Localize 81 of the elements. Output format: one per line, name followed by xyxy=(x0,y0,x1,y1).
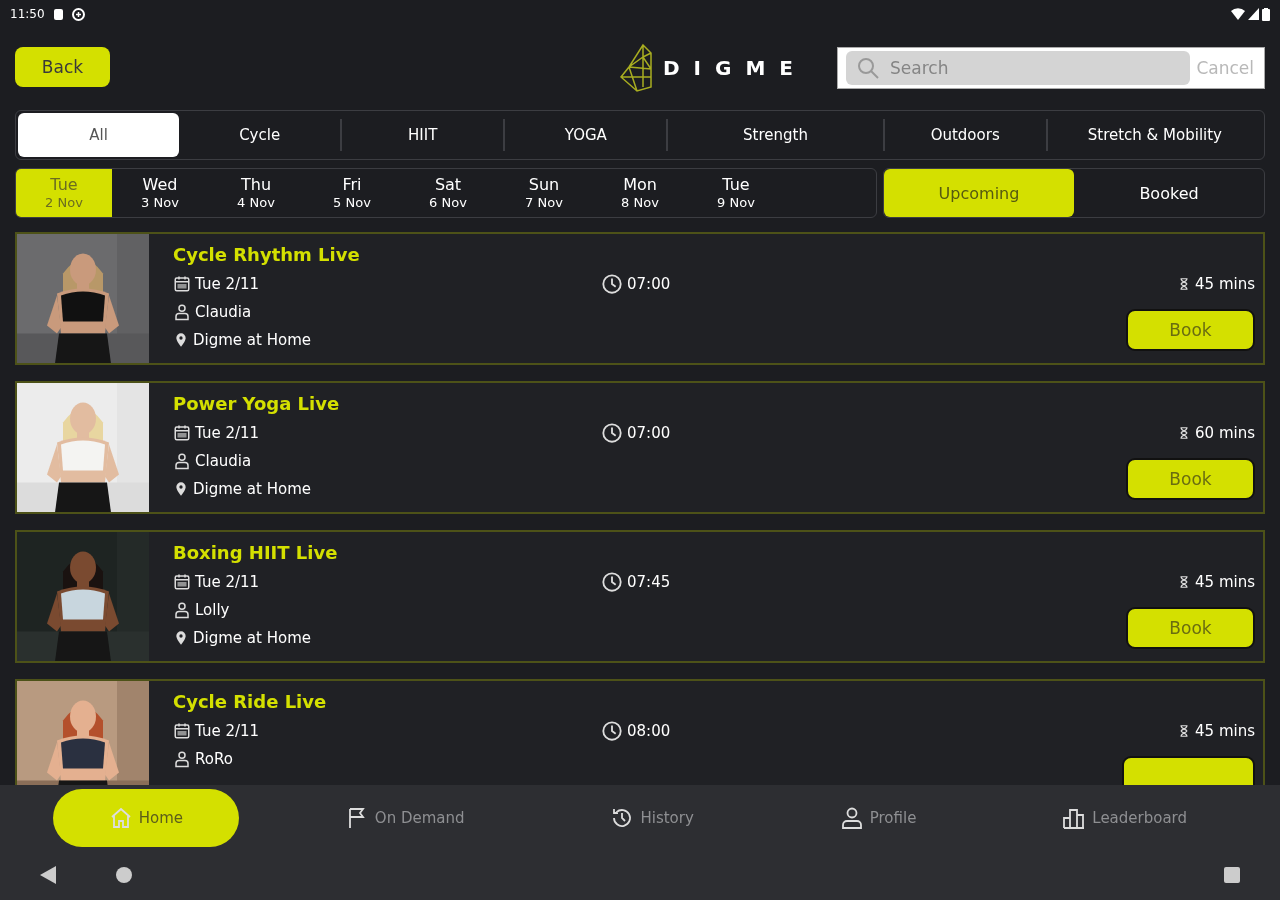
location-pin-icon xyxy=(173,481,189,497)
instructor-name: Lolly xyxy=(195,601,230,619)
class-title: Cycle Ride Live xyxy=(173,691,328,712)
class-card[interactable]: Cycle Ride Live Tue 2/11 RoRo 08:00 45 mins xyxy=(15,679,1265,785)
filter-tab[interactable]: Booked xyxy=(1074,169,1264,217)
class-date: Tue 2/11 xyxy=(195,573,260,591)
status-time: 11:50 xyxy=(10,7,45,21)
wifi-icon xyxy=(1231,8,1245,20)
class-location: Digme at Home xyxy=(193,629,311,647)
class-date: Tue 2/11 xyxy=(195,424,260,442)
nav-tab[interactable]: Leaderboard xyxy=(1022,788,1228,847)
class-duration: 45 mins xyxy=(1195,573,1255,591)
filter-tab[interactable]: Upcoming xyxy=(884,169,1074,217)
category-tab[interactable]: All xyxy=(18,113,180,157)
nav-tab[interactable]: On Demand xyxy=(304,788,505,847)
calendar-icon xyxy=(173,424,191,442)
calendar-icon xyxy=(173,275,191,293)
category-tab[interactable]: Stretch & Mobility xyxy=(1045,119,1262,151)
date-tab[interactable]: Thu 4 Nov xyxy=(208,169,304,217)
class-duration: 45 mins xyxy=(1195,275,1255,293)
category-tab[interactable]: Strength xyxy=(666,119,883,151)
class-card[interactable]: Power Yoga Live Tue 2/11 Claudia Digme at Home 07:00 60 mins Book xyxy=(15,381,1265,514)
nav-tab[interactable]: Profile xyxy=(799,788,957,847)
category-tab[interactable]: Outdoors xyxy=(882,119,1046,151)
date-tab[interactable]: Mon 8 Nov xyxy=(592,169,688,217)
class-card[interactable]: Cycle Rhythm Live Tue 2/11 Claudia Digme at Home 07:00 45 mins Book xyxy=(15,232,1265,365)
class-duration: 45 mins xyxy=(1195,722,1255,740)
class-card[interactable]: Boxing HIIT Live Tue 2/11 Lolly Digme at Home 07:45 45 mins Book xyxy=(15,530,1265,663)
date-tab[interactable]: Sat 6 Nov xyxy=(400,169,496,217)
class-time: 07:45 xyxy=(627,573,671,591)
location-pin-icon xyxy=(173,332,189,348)
back-button[interactable]: Back xyxy=(15,47,110,87)
class-title: Cycle Rhythm Live xyxy=(173,244,361,265)
book-button[interactable]: Book xyxy=(1126,607,1255,649)
class-location: Digme at Home xyxy=(193,480,311,498)
person-icon xyxy=(173,303,191,321)
clock-icon xyxy=(601,422,623,444)
date-tab[interactable]: Tue 9 Nov xyxy=(688,169,784,217)
location-pin-icon xyxy=(173,630,189,646)
instructor-name: Claudia xyxy=(195,303,252,321)
class-title: Power Yoga Live xyxy=(173,393,341,414)
battery-icon xyxy=(1262,7,1270,21)
date-tab[interactable]: Wed 3 Nov xyxy=(112,169,208,217)
logo-icon xyxy=(618,43,653,93)
person-icon xyxy=(173,601,191,619)
class-time: 07:00 xyxy=(627,424,671,442)
notification-icon xyxy=(71,7,85,21)
home-circle-icon[interactable] xyxy=(116,867,132,883)
nav-tab[interactable]: Home xyxy=(52,788,239,847)
category-tab[interactable]: Cycle xyxy=(179,119,341,151)
class-time: 07:00 xyxy=(627,275,671,293)
book-button[interactable]: Book xyxy=(1126,458,1255,500)
category-tab[interactable]: YOGA xyxy=(503,119,667,151)
date-tab[interactable]: Fri 5 Nov xyxy=(304,169,400,217)
person-icon xyxy=(173,452,191,470)
instructor-name: RoRo xyxy=(195,750,233,768)
class-location: Digme at Home xyxy=(193,331,311,349)
back-icon[interactable] xyxy=(40,866,56,884)
clock-icon xyxy=(601,720,623,742)
clock-icon xyxy=(601,571,623,593)
class-title: Boxing HIIT Live xyxy=(173,542,339,563)
class-date: Tue 2/11 xyxy=(195,722,260,740)
search-icon xyxy=(856,56,880,80)
signal-icon xyxy=(1248,8,1259,20)
calendar-icon xyxy=(173,573,191,591)
category-tab[interactable]: HIIT xyxy=(340,119,504,151)
date-tab[interactable]: Sun 7 Nov xyxy=(496,169,592,217)
person-icon xyxy=(173,750,191,768)
date-tab[interactable]: Tue 2 Nov xyxy=(16,169,112,217)
calendar-icon xyxy=(173,722,191,740)
class-date: Tue 2/11 xyxy=(195,275,260,293)
class-time: 08:00 xyxy=(627,722,671,740)
class-duration: 60 mins xyxy=(1195,424,1255,442)
logo-text: DIGME xyxy=(662,56,807,80)
nav-tab[interactable]: History xyxy=(570,788,734,847)
instructor-name: Claudia xyxy=(195,452,252,470)
notification-icon xyxy=(52,7,64,21)
search-field[interactable]: Search xyxy=(846,51,1191,85)
clock-icon xyxy=(601,273,623,295)
book-button[interactable]: Book xyxy=(1126,309,1255,351)
person-icon xyxy=(839,805,864,830)
